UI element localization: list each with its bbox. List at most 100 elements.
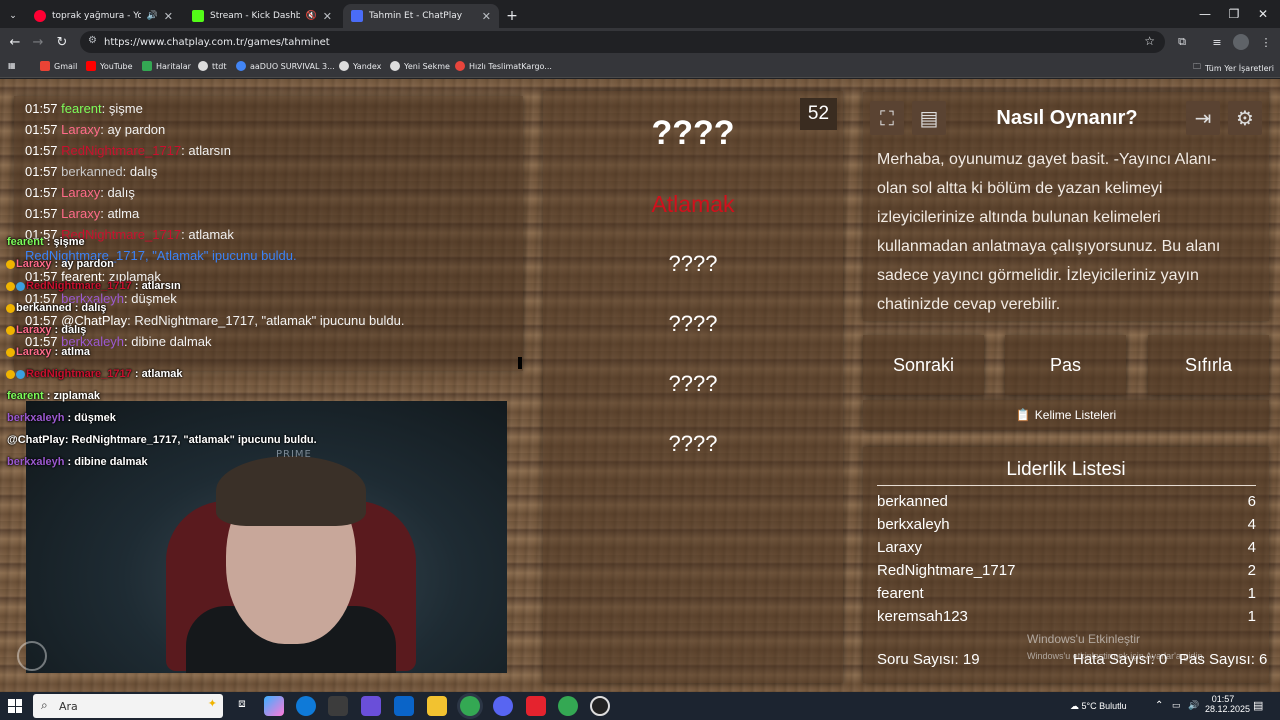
bookmark-star-icon[interactable]: ☆ (1144, 34, 1155, 48)
tab-chatplay[interactable]: Tahmin Et - ChatPlay ✕ (343, 4, 499, 28)
weather-widget[interactable]: ☁ 5°C Bulutlu (1070, 701, 1127, 712)
bookmark-cargo[interactable]: Hızlı TeslimatKargo... (455, 61, 552, 71)
overlay-chat-line: Laraxy : dalış (6, 324, 86, 336)
volume-icon[interactable]: 🔊 (1188, 700, 1199, 711)
chat-time: 01:57 (25, 101, 58, 116)
fab-circle-icon[interactable] (17, 641, 47, 671)
player-name: RedNightmare_1717 (877, 562, 1016, 579)
copilot-icon[interactable] (264, 696, 284, 716)
tab-youtube[interactable]: toprak yağmura - YouTube 🔊 ✕ (26, 4, 181, 28)
browser-toolbar: ← → ↻ ⚙ https://www.chatplay.com.tr/game… (0, 28, 1280, 56)
globe-icon (198, 61, 208, 71)
url-text: https://www.chatplay.com.tr/games/tahmin… (104, 36, 330, 48)
bookmark-ttdt[interactable]: ttdt (198, 61, 227, 71)
reading-list-icon[interactable]: ≡ (1209, 34, 1225, 50)
reload-icon[interactable]: ↻ (52, 32, 72, 52)
leaderboard-row: fearent 1 (877, 585, 1256, 607)
chat-username: RedNightmare_1717 (61, 143, 182, 158)
apps-icon[interactable]: ▦ (8, 61, 16, 70)
mute-icon[interactable]: 🔇 (306, 11, 317, 21)
overlay-chat-line: RedNightmare_1717 : atlarsın (6, 280, 181, 292)
bookmark-aaduo[interactable]: aaDUO SURVIVAL 3... (236, 61, 335, 71)
chat-message: dalış (129, 164, 158, 179)
clock[interactable]: 01:57 28.12.2025 (1205, 694, 1250, 714)
chat-time: 01:57 (25, 122, 58, 137)
profile-avatar[interactable] (1233, 34, 1249, 50)
overlay-username: Laraxy (16, 346, 52, 358)
taskbar-search[interactable]: ⌕ Ara ✦ (33, 694, 223, 718)
error-count: Hata Sayısı: 0 (1073, 651, 1168, 668)
menu-icon[interactable]: ⋮ (1258, 34, 1274, 50)
tab-strip: ⌄ toprak yağmura - YouTube 🔊 ✕ Stream - … (0, 0, 1280, 28)
fullscreen-icon[interactable]: ⛶ (870, 101, 904, 135)
site-info-icon[interactable]: ⚙ (88, 35, 97, 46)
tab-search-button[interactable]: ⌄ (4, 4, 22, 28)
discord-icon[interactable] (493, 696, 513, 716)
new-tab-button[interactable]: + (502, 4, 522, 28)
close-tab-icon[interactable]: ✕ (323, 10, 332, 23)
reset-button[interactable]: Sıfırla (1148, 335, 1269, 395)
task-view-icon[interactable]: ⧈ (232, 696, 252, 716)
chat-badge-icon (16, 281, 25, 291)
bookmark-maps[interactable]: Haritalar (142, 61, 191, 71)
overlay-message: ay pardon (61, 258, 114, 270)
next-button[interactable]: Sonraki (863, 335, 984, 395)
back-icon[interactable]: ← (5, 32, 25, 52)
obs-icon[interactable] (590, 696, 610, 716)
chat-time: 01:57 (25, 185, 58, 200)
windows-start-icon[interactable] (8, 699, 22, 713)
bookmark-youtube[interactable]: YouTube (86, 61, 133, 71)
mail-icon[interactable] (394, 696, 414, 716)
edge-icon[interactable] (296, 696, 316, 716)
extensions-icon[interactable]: ⧉ (1174, 34, 1190, 50)
game-page: 01:57 fearent: şişme 01:57 Laraxy: ay par… (0, 79, 1280, 692)
forward-icon[interactable]: → (28, 32, 48, 52)
player-score: 1 (1247, 585, 1256, 602)
player-name: berkanned (877, 493, 948, 510)
all-bookmarks[interactable]: 🗀 Tüm Yer İşaretleri (1193, 61, 1274, 75)
document-icon[interactable]: ▤ (912, 101, 946, 135)
overlay-message: düşmek (74, 412, 116, 424)
teams-icon[interactable] (361, 696, 381, 716)
globe-icon (339, 61, 349, 71)
notification-icon[interactable]: ▤ (1253, 699, 1263, 712)
scrollbar[interactable] (518, 357, 522, 369)
close-window-icon[interactable]: ✕ (1246, 0, 1280, 28)
tab-kick[interactable]: Stream - Kick Dashboard 🔇 ✕ (184, 4, 340, 28)
bookmark-gmail[interactable]: Gmail (40, 61, 77, 71)
overlay-username: berkanned (16, 302, 72, 314)
chrome-alt-icon[interactable] (558, 696, 578, 716)
leaderboard-row: berkanned 6 (877, 493, 1256, 515)
overlay-message: dalış (61, 324, 87, 336)
bookmark-yandex[interactable]: Yandex (339, 61, 381, 71)
exit-icon[interactable]: ⇥ (1186, 101, 1220, 135)
chrome-icon[interactable] (460, 696, 480, 716)
leaderboard-title: Liderlik Listesi (1006, 459, 1126, 480)
store-icon[interactable] (328, 696, 348, 716)
address-bar[interactable]: ⚙ https://www.chatplay.com.tr/games/tahm… (80, 31, 1165, 53)
youtube-favicon-icon (34, 10, 46, 22)
tray-chevron-icon[interactable]: ⌃ (1155, 700, 1163, 711)
close-tab-icon[interactable]: ✕ (482, 10, 491, 23)
chat-badge-icon (6, 303, 15, 313)
network-icon[interactable]: ▭ (1172, 700, 1181, 711)
bookmark-new-tab[interactable]: Yeni Sekme (390, 61, 450, 71)
chat-badge-icon (16, 369, 25, 379)
close-tab-icon[interactable]: ✕ (164, 10, 173, 23)
word-lists-button[interactable]: 📋 Kelime Listeleri (863, 400, 1269, 430)
chat-badge-icon (6, 347, 15, 357)
chat-username: Laraxy (61, 206, 101, 221)
app-red-icon[interactable] (526, 696, 546, 716)
search-highlight-icon: ✦ (207, 697, 217, 710)
hidden-word: ???? (668, 371, 718, 396)
file-explorer-icon[interactable] (427, 696, 447, 716)
settings-gear-icon[interactable]: ⚙ (1228, 101, 1262, 135)
chat-username: fearent (61, 101, 102, 116)
overlay-username: RedNightmare_1717 (26, 280, 132, 292)
clipboard-icon: 📋 (1015, 408, 1031, 422)
overlay-chat-line: berkxaleyh : düşmek (7, 412, 116, 424)
pass-button[interactable]: Pas (1005, 335, 1126, 395)
chat-message: atlarsın (188, 143, 232, 158)
speaker-icon[interactable]: 🔊 (147, 11, 158, 21)
player-score: 2 (1247, 562, 1256, 579)
